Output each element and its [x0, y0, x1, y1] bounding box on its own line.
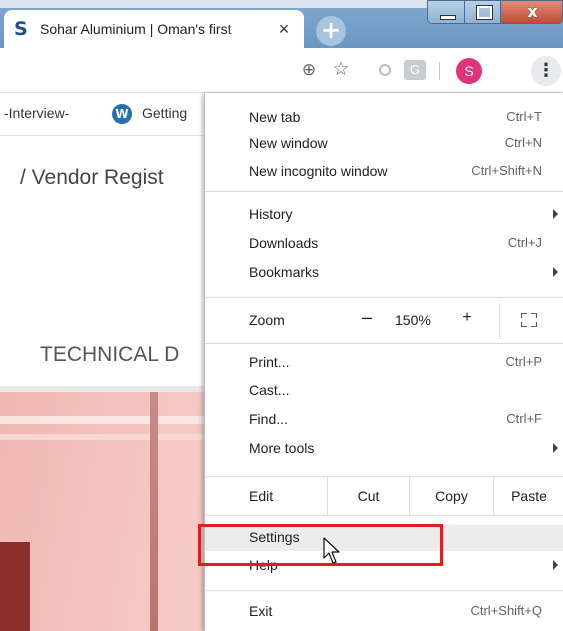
zoom-level: 150%: [395, 312, 431, 328]
extension-g-icon[interactable]: G: [404, 60, 426, 80]
browser-tab[interactable]: S Sohar Aluminium | Oman's first ×: [4, 10, 304, 48]
menu-item-shortcut: Ctrl+P: [505, 354, 542, 369]
menu-item-print[interactable]: Print... Ctrl+P: [205, 350, 563, 376]
menu-item-new-tab[interactable]: New tab Ctrl+T: [205, 105, 563, 131]
menu-separator: [205, 297, 563, 298]
bookmark-item-interview[interactable]: -Interview-: [4, 105, 69, 121]
menu-item-label: Exit: [249, 603, 273, 619]
submenu-arrow-icon: [553, 443, 558, 453]
edit-label: Edit: [249, 488, 274, 504]
menu-item-more-tools[interactable]: More tools: [205, 436, 563, 462]
maximize-icon: [476, 5, 493, 20]
tab-title: Sohar Aluminium | Oman's first: [40, 21, 232, 37]
mouse-pointer-icon: [323, 537, 340, 564]
menu-item-label: More tools: [249, 440, 315, 456]
chrome-menu-icon[interactable]: ⋮: [531, 56, 561, 86]
menu-item-shortcut: Ctrl+Shift+N: [471, 163, 542, 178]
section-heading: TECHNICAL D: [40, 343, 180, 366]
menu-zoom-row: Zoom – 150% +: [205, 303, 563, 339]
bookmark-item-getting[interactable]: Getting: [142, 105, 187, 121]
menu-item-label: New incognito window: [249, 163, 388, 179]
paste-button[interactable]: Paste: [493, 477, 563, 515]
menu-item-new-incognito-window[interactable]: New incognito window Ctrl+Shift+N: [205, 159, 563, 185]
menu-item-find[interactable]: Find... Ctrl+F: [205, 407, 563, 433]
menu-item-shortcut: Ctrl+J: [507, 235, 542, 250]
menu-item-shortcut: Ctrl+T: [506, 109, 542, 124]
menu-item-shortcut: Ctrl+Shift+Q: [470, 603, 542, 618]
submenu-arrow-icon: [553, 267, 558, 277]
menu-item-cast[interactable]: Cast...: [205, 378, 563, 404]
menu-item-label: History: [249, 206, 293, 222]
zoom-label: Zoom: [249, 312, 285, 328]
profile-avatar[interactable]: S: [456, 58, 482, 84]
copy-button[interactable]: Copy: [409, 477, 493, 515]
photo-dark-area: [0, 542, 30, 631]
menu-item-label: Print...: [249, 354, 290, 370]
breadcrumb: / Vendor Regist: [20, 166, 164, 189]
menu-item-label: New window: [249, 135, 328, 151]
maximize-button[interactable]: [464, 0, 501, 24]
menu-item-label: Find...: [249, 411, 288, 427]
menu-item-downloads[interactable]: Downloads Ctrl+J: [205, 231, 563, 257]
menu-item-label: New tab: [249, 109, 301, 125]
submenu-arrow-icon: [553, 209, 558, 219]
tab-close-icon[interactable]: ×: [274, 19, 294, 39]
cut-button[interactable]: Cut: [327, 477, 409, 515]
minimize-icon: [440, 15, 456, 20]
menu-item-label: Bookmarks: [249, 264, 320, 280]
zoom-magnifier-icon[interactable]: ⊕: [298, 59, 320, 81]
menu-item-shortcut: Ctrl+F: [506, 411, 542, 426]
menu-item-label: Cast...: [249, 382, 290, 398]
zoom-in-button[interactable]: +: [455, 309, 479, 327]
menu-separator: [205, 515, 563, 516]
menu-item-history[interactable]: History: [205, 202, 563, 228]
new-tab-button[interactable]: +: [316, 16, 346, 46]
menu-separator: [205, 191, 563, 192]
zoom-divider: [499, 303, 500, 339]
minimize-button[interactable]: [427, 0, 465, 24]
photo-pole: [150, 392, 158, 631]
submenu-arrow-icon: [553, 560, 558, 570]
extension-circle-icon[interactable]: [374, 59, 396, 81]
settings-highlight-box: [198, 524, 443, 566]
menu-item-shortcut: Ctrl+N: [504, 135, 542, 150]
menu-item-bookmarks[interactable]: Bookmarks: [205, 260, 563, 286]
toolbar-divider: [439, 62, 440, 80]
menu-item-label: Downloads: [249, 235, 319, 251]
menu-item-new-window[interactable]: New window Ctrl+N: [205, 131, 563, 157]
site-favicon-icon: S: [14, 18, 28, 40]
menu-item-exit[interactable]: Exit Ctrl+Shift+Q: [205, 599, 563, 625]
browser-toolbar: ⊕ ☆ G S ⋮: [0, 48, 563, 93]
wordpress-icon: W: [112, 104, 132, 124]
fullscreen-icon[interactable]: [521, 313, 537, 327]
menu-edit-row: Edit Cut Copy Paste: [205, 477, 563, 515]
close-icon: x: [527, 2, 538, 21]
bookmark-star-icon[interactable]: ☆: [330, 59, 352, 81]
zoom-out-button[interactable]: –: [355, 307, 379, 328]
menu-separator: [205, 590, 563, 591]
window-close-button[interactable]: x: [500, 0, 563, 24]
menu-separator: [205, 343, 563, 344]
title-bar: S Sohar Aluminium | Oman's first × + x: [0, 0, 563, 48]
